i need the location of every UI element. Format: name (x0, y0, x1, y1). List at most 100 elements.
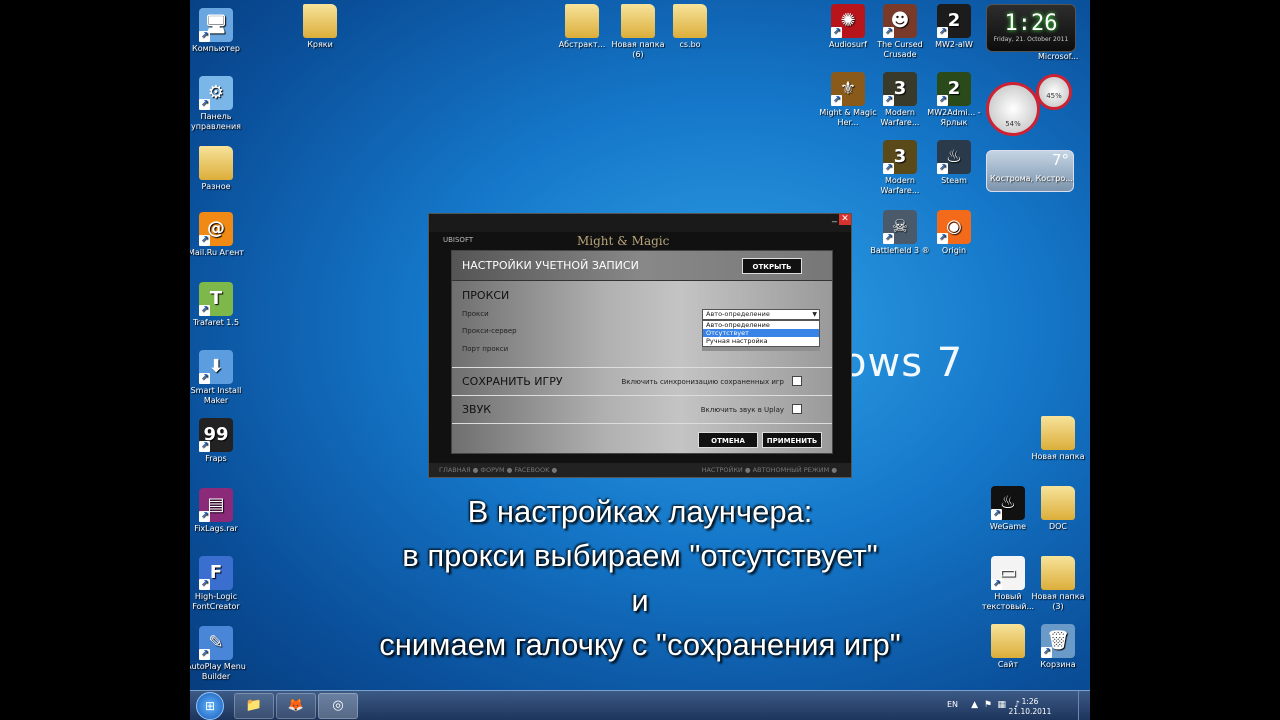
start-button[interactable]: ⊞ (196, 692, 224, 720)
proxy-select-value: Авто-определение (706, 310, 770, 318)
explorer-taskbar-button[interactable]: 📁 (234, 693, 274, 719)
desktop-icon-mw2admi-ярлык[interactable]: 2 MW2Admi... - Ярлык (924, 72, 984, 128)
desktop-icon-label: MW2Admi... - Ярлык (927, 108, 981, 127)
tray-clock[interactable]: 1:26 21.10.2011 (1008, 697, 1052, 717)
desktop-icon-label: Might & Magic Her... (819, 108, 877, 127)
desktop-icon-label: Fraps (205, 454, 227, 463)
desktop-icon-label: MW2-alW (935, 40, 973, 49)
flag-icon[interactable]: ⚑ (984, 700, 992, 710)
proxy-option[interactable]: Ручная настройка (703, 337, 819, 345)
divider (452, 395, 832, 396)
taskbar: ⊞ 📁 🦊 ◎ EN ▲ ⚑ ▦ ♪ 1:26 21.10.2011 (190, 690, 1090, 720)
memory-dial: 45% (1036, 74, 1072, 110)
desktop-icon-label: Кряки (307, 40, 333, 49)
language-indicator[interactable]: EN (947, 700, 958, 709)
launcher-titlebar[interactable] (429, 214, 851, 232)
account-settings-dialog: НАСТРОЙКИ УЧЕТНОЙ ЗАПИСИ ОТКРЫТЬ ПРОКСИ … (451, 250, 833, 454)
wallpaper-logo-text: ows 7 (842, 340, 964, 386)
save-sync-checkbox[interactable] (792, 376, 802, 386)
uplay-launcher-window: _ ✕ UBISOFT Might & Magic НАСТРОЙКИ УЧЕТ… (428, 212, 852, 478)
open-button[interactable]: ОТКРЫТЬ (742, 258, 802, 274)
proxy-option-selected[interactable]: Отсутствует (703, 329, 819, 337)
desktop-icon-trafaret-1-5[interactable]: T Trafaret 1.5 (190, 282, 246, 328)
desktop-icon-label: Mail.Ru Агент (190, 248, 245, 257)
folder-icon (673, 4, 707, 38)
sound-label: Включить звук в Uplay (700, 406, 784, 414)
desktop-icon-smart-install-maker[interactable]: ⬇ Smart Install Maker (190, 350, 246, 406)
desktop-icon-fraps[interactable]: 99 Fraps (190, 418, 246, 464)
desktop-icon-абстракт[interactable]: Абстракт... (552, 4, 612, 50)
proxy-select[interactable]: Авто-определение ▼ (702, 309, 820, 320)
app-shortcut-icon: T (199, 282, 233, 316)
app-shortcut-icon: ◉ (937, 210, 971, 244)
cpu-meter-gadget[interactable]: 54% 45% (986, 74, 1076, 144)
desktop-icon-разное[interactable]: Разное (190, 146, 246, 192)
minimize-button[interactable]: _ (832, 212, 837, 223)
weather-gadget[interactable]: 7° Кострома, Костро... (986, 150, 1074, 192)
desktop-icon-cs-bo[interactable]: cs.bo (660, 4, 720, 50)
desktop-icon-новая-папка[interactable]: Новая папка (1028, 416, 1088, 462)
app-shortcut-icon: 2 (937, 4, 971, 38)
desktop-icon-label: Origin (941, 246, 967, 255)
app-shortcut-icon: ✺ (831, 4, 865, 38)
sound-section-title: ЗВУК (462, 403, 492, 416)
memory-percent: 45% (1046, 92, 1062, 100)
app-shortcut-icon: ⚜ (831, 72, 865, 106)
firefox-taskbar-button[interactable]: 🦊 (276, 693, 316, 719)
footer-nav-left[interactable]: ГЛАВНАЯ ● ФОРУМ ● FACEBOOK ● (439, 466, 557, 474)
clock-gadget[interactable]: 1:26 Friday, 21. October 2011 (986, 4, 1076, 52)
app-shortcut-icon: 3 (883, 140, 917, 174)
desktop-icon-label: Новая папка (6) (611, 40, 665, 59)
desktop-icon-label: Trafaret 1.5 (192, 318, 240, 327)
chevron-down-icon: ▼ (812, 311, 817, 318)
caption-line-4: снимаем галочку с "сохранения игр" (379, 627, 901, 662)
app-shortcut-icon: @ (199, 212, 233, 246)
desktop-icon-battlefield-3[interactable]: ☠ Battlefield 3 ® (870, 210, 930, 256)
proxy-label: Прокси (462, 310, 489, 318)
desktop-icon-the-cursed-crusade[interactable]: ☻ The Cursed Crusade (870, 4, 930, 60)
folder-icon (565, 4, 599, 38)
proxy-option[interactable]: Авто-определение (703, 321, 819, 329)
save-sync-label: Включить синхронизацию сохраненных игр (621, 378, 784, 386)
desktop-icon-label: Разное (201, 182, 231, 191)
close-button[interactable]: ✕ (839, 214, 851, 225)
save-game-section-title: СОХРАНИТЬ ИГРУ (462, 375, 563, 388)
app-shortcut-icon: ☻ (883, 4, 917, 38)
desktop-icon-компьютер[interactable]: 🖥 Компьютер (190, 8, 246, 54)
desktop-icon-кряки[interactable]: Кряки (290, 4, 350, 50)
apply-button[interactable]: ПРИМЕНИТЬ (762, 432, 822, 448)
proxy-section-title: ПРОКСИ (462, 289, 510, 302)
app-shortcut-icon: ☠ (883, 210, 917, 244)
show-desktop-button[interactable] (1078, 691, 1090, 720)
desktop-icon-mail-ru-агент[interactable]: @ Mail.Ru Агент (190, 212, 246, 258)
desktop-icon-label: Modern Warfare... (880, 108, 920, 127)
desktop-icon-modern-warfare[interactable]: 3 Modern Warfare... (870, 140, 930, 196)
network-icon[interactable]: ▦ (997, 700, 1006, 710)
sound-checkbox[interactable] (792, 404, 802, 414)
footer-nav-right[interactable]: НАСТРОЙКИ ● АВТОНОМНЫЙ РЕЖИМ ● (702, 463, 837, 477)
desktop-icon-панель-управления[interactable]: ⚙ Панель управления (190, 76, 246, 132)
microsoft-gadget-label: Microsof... (1038, 52, 1079, 61)
show-hidden-icons-icon[interactable]: ▲ (971, 700, 978, 710)
desktop-icon-label: Audiosurf (828, 40, 868, 49)
caption-line-1: В настройках лаунчера: (467, 494, 813, 529)
desktop-icon-mw2-alw[interactable]: 2 MW2-alW (924, 4, 984, 50)
desktop-icon-label: Новая папка (1031, 452, 1085, 461)
desktop-icon-steam[interactable]: ♨ Steam (924, 140, 984, 186)
uplay-taskbar-button[interactable]: ◎ (318, 693, 358, 719)
app-shortcut-icon: ⚙ (199, 76, 233, 110)
desktop-icon-новая-папка-6[interactable]: Новая папка (6) (608, 4, 668, 60)
cpu-percent: 54% (1005, 120, 1021, 128)
divider (452, 367, 832, 368)
desktop-icon-modern-warfare[interactable]: 3 Modern Warfare... (870, 72, 930, 128)
system-tray: EN ▲ ⚑ ▦ ♪ 1:26 21.10.2011 (922, 691, 1082, 720)
desktop-icon-origin[interactable]: ◉ Origin (924, 210, 984, 256)
desktop-icon-label: Панель управления (191, 112, 241, 131)
desktop-icon-might-magic-her[interactable]: ⚜ Might & Magic Her... (818, 72, 878, 128)
dialog-title: НАСТРОЙКИ УЧЕТНОЙ ЗАПИСИ (462, 259, 639, 272)
desktop-icon-audiosurf[interactable]: ✺ Audiosurf (818, 4, 878, 50)
weather-city: Кострома, Костро... (990, 174, 1073, 183)
ubisoft-logo: UBISOFT (443, 236, 474, 244)
cpu-dial: 54% (986, 82, 1040, 136)
cancel-button[interactable]: ОТМЕНА (698, 432, 758, 448)
